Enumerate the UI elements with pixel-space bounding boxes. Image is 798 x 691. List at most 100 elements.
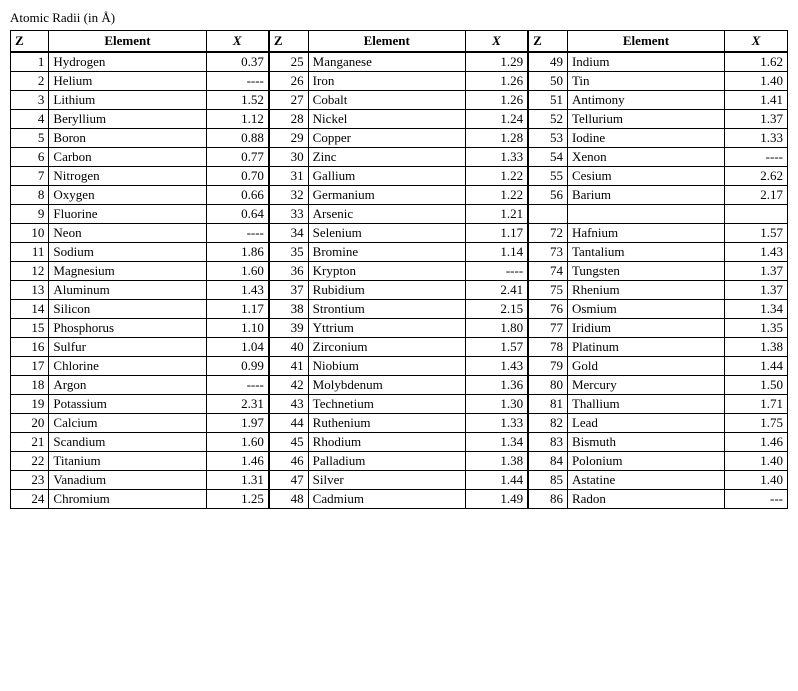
row-19-col1-element: Calcium xyxy=(49,414,206,433)
row-14-col3-z: 77 xyxy=(528,319,567,338)
row-0-col2-z: 25 xyxy=(269,52,308,72)
row-21-col3-z: 84 xyxy=(528,452,567,471)
row-22-col3-z: 85 xyxy=(528,471,567,490)
row-6-col2-element: Gallium xyxy=(308,167,465,186)
table-row: 10Neon----34Selenium1.1772Hafnium1.57 xyxy=(11,224,788,243)
row-5-col3-x: ---- xyxy=(725,148,788,167)
row-10-col1-x: 1.86 xyxy=(206,243,269,262)
row-5-col1-x: 0.77 xyxy=(206,148,269,167)
table-row: 8Oxygen0.6632Germanium1.2256Barium2.17 xyxy=(11,186,788,205)
row-21-col1-element: Titanium xyxy=(49,452,206,471)
table-row: 16Sulfur1.0440Zirconium1.5778Platinum1.3… xyxy=(11,338,788,357)
header-element3: Element xyxy=(567,31,724,53)
row-13-col3-element: Osmium xyxy=(567,300,724,319)
row-13-col2-element: Strontium xyxy=(308,300,465,319)
header-element2: Element xyxy=(308,31,465,53)
row-1-col1-x: ---- xyxy=(206,72,269,91)
row-10-col2-z: 35 xyxy=(269,243,308,262)
row-13-col1-element: Silicon xyxy=(49,300,206,319)
row-17-col1-x: ---- xyxy=(206,376,269,395)
row-12-col1-element: Aluminum xyxy=(49,281,206,300)
row-14-col3-x: 1.35 xyxy=(725,319,788,338)
row-9-col3-element: Hafnium xyxy=(567,224,724,243)
row-18-col3-z: 81 xyxy=(528,395,567,414)
row-9-col1-x: ---- xyxy=(206,224,269,243)
page-title: Atomic Radii (in Å) xyxy=(10,10,788,26)
row-20-col2-x: 1.34 xyxy=(465,433,528,452)
header-z1: Z xyxy=(11,31,49,53)
row-19-col3-element: Lead xyxy=(567,414,724,433)
row-15-col3-x: 1.38 xyxy=(725,338,788,357)
row-20-col1-z: 21 xyxy=(11,433,49,452)
row-0-col2-x: 1.29 xyxy=(465,52,528,72)
row-16-col2-z: 41 xyxy=(269,357,308,376)
row-20-col3-z: 83 xyxy=(528,433,567,452)
table-row: 20Calcium1.9744Ruthenium1.3382Lead1.75 xyxy=(11,414,788,433)
table-row: 14Silicon1.1738Strontium2.1576Osmium1.34 xyxy=(11,300,788,319)
row-18-col2-z: 43 xyxy=(269,395,308,414)
table-header: Z Element X Z Element X Z Element X xyxy=(11,31,788,53)
row-20-col3-element: Bismuth xyxy=(567,433,724,452)
row-1-col3-element: Tin xyxy=(567,72,724,91)
row-18-col2-element: Technetium xyxy=(308,395,465,414)
row-15-col3-z: 78 xyxy=(528,338,567,357)
row-23-col2-x: 1.49 xyxy=(465,490,528,509)
row-2-col2-x: 1.26 xyxy=(465,91,528,110)
row-21-col1-z: 22 xyxy=(11,452,49,471)
row-8-col2-z: 33 xyxy=(269,205,308,224)
row-10-col3-element: Tantalium xyxy=(567,243,724,262)
row-0-col3-x: 1.62 xyxy=(725,52,788,72)
row-15-col1-x: 1.04 xyxy=(206,338,269,357)
row-7-col2-x: 1.22 xyxy=(465,186,528,205)
row-6-col1-z: 7 xyxy=(11,167,49,186)
row-9-col2-z: 34 xyxy=(269,224,308,243)
row-16-col1-element: Chlorine xyxy=(49,357,206,376)
row-22-col1-x: 1.31 xyxy=(206,471,269,490)
row-4-col3-x: 1.33 xyxy=(725,129,788,148)
table-row: 5Boron0.8829Copper1.2853Iodine1.33 xyxy=(11,129,788,148)
row-19-col2-x: 1.33 xyxy=(465,414,528,433)
row-21-col1-x: 1.46 xyxy=(206,452,269,471)
header-z3: Z xyxy=(528,31,567,53)
row-3-col2-z: 28 xyxy=(269,110,308,129)
row-22-col3-element: Astatine xyxy=(567,471,724,490)
row-9-col1-element: Neon xyxy=(49,224,206,243)
row-19-col2-z: 44 xyxy=(269,414,308,433)
row-22-col2-element: Silver xyxy=(308,471,465,490)
table-row: 22Titanium1.4646Palladium1.3884Polonium1… xyxy=(11,452,788,471)
row-22-col3-x: 1.40 xyxy=(725,471,788,490)
row-22-col2-z: 47 xyxy=(269,471,308,490)
row-8-col1-element: Fluorine xyxy=(49,205,206,224)
row-15-col1-element: Sulfur xyxy=(49,338,206,357)
table-row: 19Potassium2.3143Technetium1.3081Thalliu… xyxy=(11,395,788,414)
row-12-col3-z: 75 xyxy=(528,281,567,300)
table-row: 2Helium----26Iron1.2650Tin1.40 xyxy=(11,72,788,91)
atomic-radii-table: Z Element X Z Element X Z Element X 1Hyd… xyxy=(10,30,788,509)
table-row: 15Phosphorus1.1039Yttrium1.8077Iridium1.… xyxy=(11,319,788,338)
row-11-col1-element: Magnesium xyxy=(49,262,206,281)
row-5-col2-z: 30 xyxy=(269,148,308,167)
row-19-col1-z: 20 xyxy=(11,414,49,433)
row-11-col3-x: 1.37 xyxy=(725,262,788,281)
row-11-col1-z: 12 xyxy=(11,262,49,281)
table-row: 7Nitrogen0.7031Gallium1.2255Cesium2.62 xyxy=(11,167,788,186)
row-11-col2-x: ---- xyxy=(465,262,528,281)
row-23-col3-element: Radon xyxy=(567,490,724,509)
row-4-col2-z: 29 xyxy=(269,129,308,148)
row-5-col3-z: 54 xyxy=(528,148,567,167)
table-row: 9Fluorine0.6433Arsenic1.21 xyxy=(11,205,788,224)
table-row: 13Aluminum1.4337Rubidium2.4175Rhenium1.3… xyxy=(11,281,788,300)
row-13-col1-z: 14 xyxy=(11,300,49,319)
row-18-col3-x: 1.71 xyxy=(725,395,788,414)
row-10-col3-x: 1.43 xyxy=(725,243,788,262)
row-7-col3-z: 56 xyxy=(528,186,567,205)
row-2-col2-element: Cobalt xyxy=(308,91,465,110)
row-23-col1-x: 1.25 xyxy=(206,490,269,509)
row-11-col2-element: Krypton xyxy=(308,262,465,281)
row-1-col2-x: 1.26 xyxy=(465,72,528,91)
row-2-col3-x: 1.41 xyxy=(725,91,788,110)
row-3-col1-z: 4 xyxy=(11,110,49,129)
row-10-col2-x: 1.14 xyxy=(465,243,528,262)
row-12-col1-z: 13 xyxy=(11,281,49,300)
row-17-col2-element: Molybdenum xyxy=(308,376,465,395)
